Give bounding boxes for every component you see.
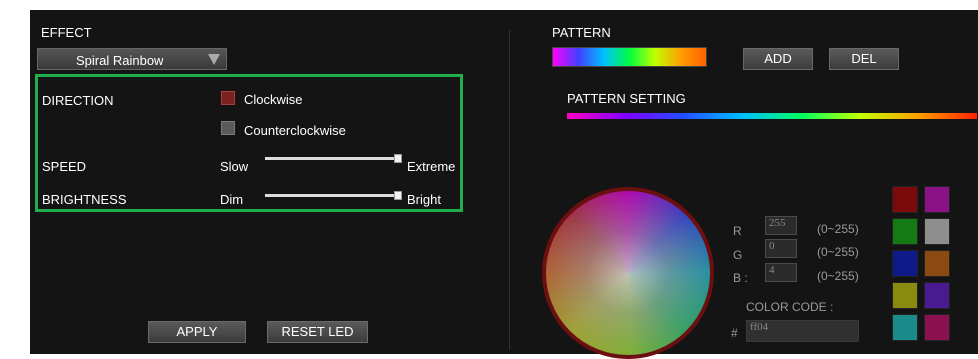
chevron-down-icon <box>208 54 220 65</box>
panel-divider <box>509 30 510 350</box>
speed-min-label: Slow <box>220 159 249 174</box>
swatch-brown[interactable] <box>924 250 950 277</box>
speed-slider-thumb[interactable] <box>394 154 402 163</box>
clockwise-label: Clockwise <box>244 92 303 107</box>
brightness-min-label: Dim <box>220 192 244 207</box>
add-button[interactable]: ADD <box>743 48 813 70</box>
b-label: B : <box>733 271 748 285</box>
counterclockwise-checkbox[interactable] <box>221 121 235 135</box>
swatch-green[interactable] <box>892 218 918 245</box>
g-label: G <box>733 248 743 262</box>
del-button[interactable]: DEL <box>829 48 899 70</box>
swatch-blue[interactable] <box>892 250 918 277</box>
swatch-dark-red[interactable] <box>892 186 918 213</box>
r-label: R <box>733 224 742 238</box>
g-input[interactable]: 0 <box>765 239 797 258</box>
color-code-input[interactable]: ff04 <box>746 320 859 342</box>
r-input[interactable]: 255 <box>765 216 797 235</box>
speed-slider-track[interactable] <box>265 157 400 160</box>
counterclockwise-label: Counterclockwise <box>244 123 346 138</box>
color-code-label: COLOR CODE : <box>746 300 834 314</box>
effect-dropdown-value: Spiral Rainbow <box>76 53 164 68</box>
brightness-max-label: Bright <box>407 192 441 207</box>
b-range-label: (0~255) <box>817 269 859 283</box>
speed-label: SPEED <box>42 159 87 174</box>
brightness-slider-track[interactable] <box>265 194 400 197</box>
effect-dropdown[interactable]: Spiral Rainbow <box>37 48 227 70</box>
swatch-teal[interactable] <box>892 314 918 341</box>
direction-label: DIRECTION <box>42 93 114 108</box>
clockwise-checkbox[interactable] <box>221 91 235 105</box>
pattern-setting-gradient[interactable] <box>567 113 977 119</box>
r-range-label: (0~255) <box>817 222 859 236</box>
swatch-purple[interactable] <box>924 186 950 213</box>
brightness-slider-thumb[interactable] <box>394 191 402 200</box>
swatch-violet[interactable] <box>924 282 950 309</box>
pattern-setting-title: PATTERN SETTING <box>567 91 686 106</box>
speed-max-label: Extreme <box>407 159 456 174</box>
b-input[interactable]: 4 <box>765 263 797 282</box>
reset-led-button[interactable]: RESET LED <box>267 321 368 343</box>
pattern-title: PATTERN <box>552 25 611 40</box>
apply-button[interactable]: APPLY <box>148 321 246 343</box>
swatch-magenta[interactable] <box>924 314 950 341</box>
color-wheel[interactable] <box>542 187 714 359</box>
effect-title: EFFECT <box>41 25 92 40</box>
pattern-gradient-preview[interactable] <box>552 47 707 67</box>
hash-label: # <box>731 326 738 340</box>
swatch-gray[interactable] <box>924 218 950 245</box>
brightness-label: BRIGHTNESS <box>42 192 127 207</box>
g-range-label: (0~255) <box>817 245 859 259</box>
swatch-olive[interactable] <box>892 282 918 309</box>
lighting-panel: EFFECT Spiral Rainbow DIRECTION Clockwis… <box>30 10 978 359</box>
